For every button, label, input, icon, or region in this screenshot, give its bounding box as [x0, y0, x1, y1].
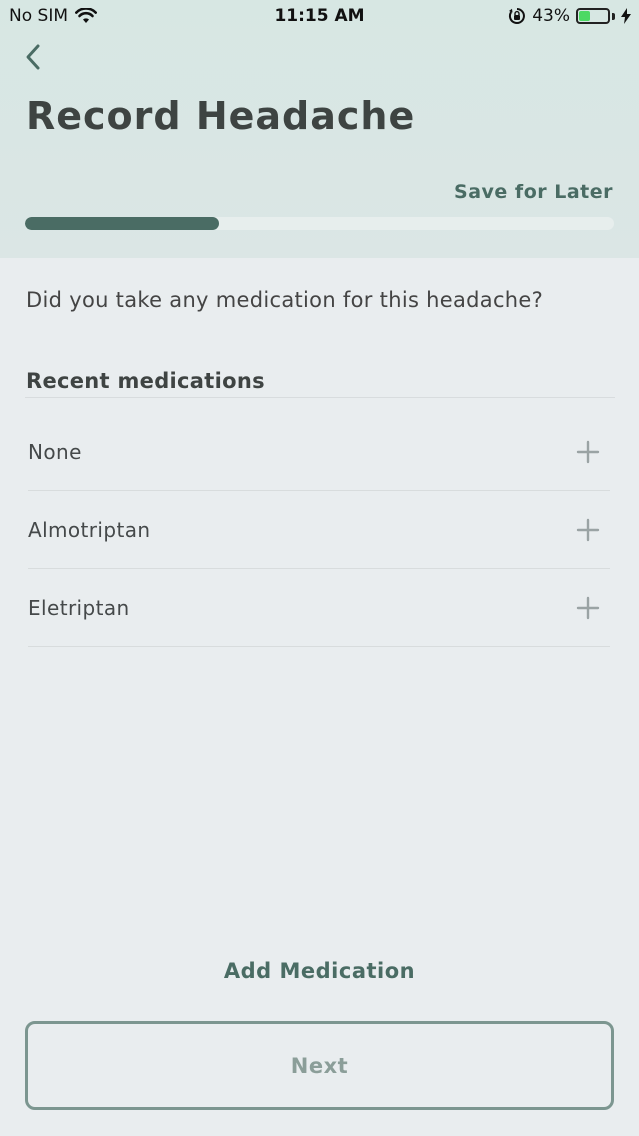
- add-medication-button[interactable]: Add Medication: [0, 959, 639, 983]
- medication-label: None: [28, 440, 82, 464]
- back-button[interactable]: [18, 40, 50, 74]
- medication-label: Eletriptan: [28, 596, 130, 620]
- section-divider: [25, 397, 615, 398]
- next-button[interactable]: Next: [25, 1021, 614, 1110]
- battery-fill: [579, 11, 590, 21]
- save-for-later-button[interactable]: Save for Later: [454, 181, 613, 203]
- battery-cap: [612, 12, 615, 20]
- medication-item[interactable]: Almotriptan: [28, 492, 610, 569]
- medication-item[interactable]: Eletriptan: [28, 570, 610, 647]
- charging-bolt-icon: [621, 8, 631, 24]
- progress-bar: [25, 217, 614, 230]
- status-right: 43%: [508, 6, 631, 26]
- recent-medications-heading: Recent medications: [26, 369, 265, 393]
- question-text: Did you take any medication for this hea…: [26, 288, 544, 312]
- chevron-left-icon: [26, 44, 40, 70]
- progress-fill: [25, 217, 220, 230]
- medication-item[interactable]: None: [28, 414, 610, 491]
- status-bar: No SIM 11:15 AM 43%: [0, 0, 639, 34]
- medication-list: None Almotriptan Eletriptan: [28, 414, 610, 648]
- medication-label: Almotriptan: [28, 518, 151, 542]
- battery-percent: 43%: [532, 6, 570, 26]
- orientation-lock-icon: [509, 8, 526, 24]
- plus-icon[interactable]: [576, 518, 600, 542]
- page-title: Record Headache: [26, 94, 416, 138]
- battery-icon: [576, 8, 610, 24]
- plus-icon[interactable]: [576, 596, 600, 620]
- plus-icon[interactable]: [576, 440, 600, 464]
